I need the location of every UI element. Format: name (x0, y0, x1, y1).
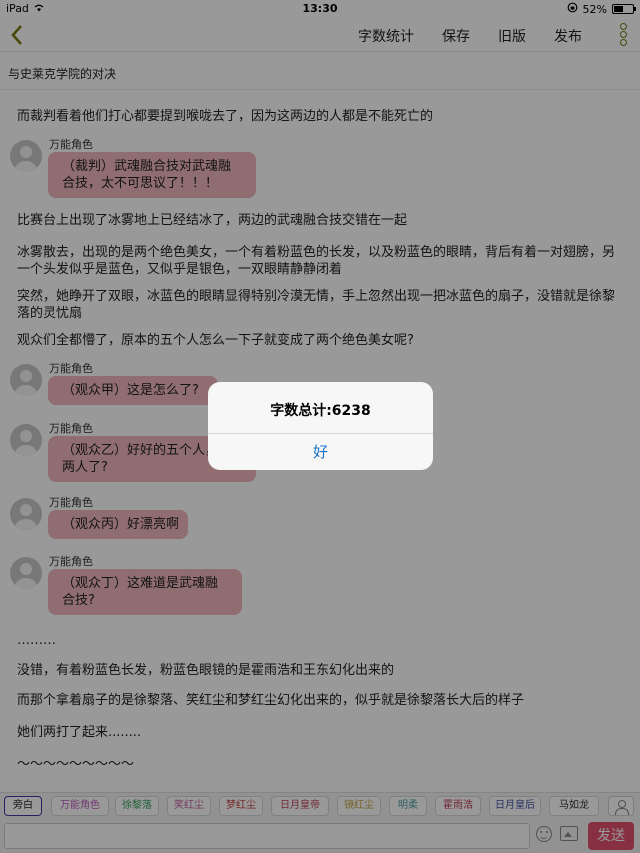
alert-ok-button[interactable]: 好 (208, 434, 433, 470)
alert-message: 字数总计:6238 (270, 403, 371, 419)
word-count-alert: 字数总计:6238 好 (208, 382, 433, 470)
